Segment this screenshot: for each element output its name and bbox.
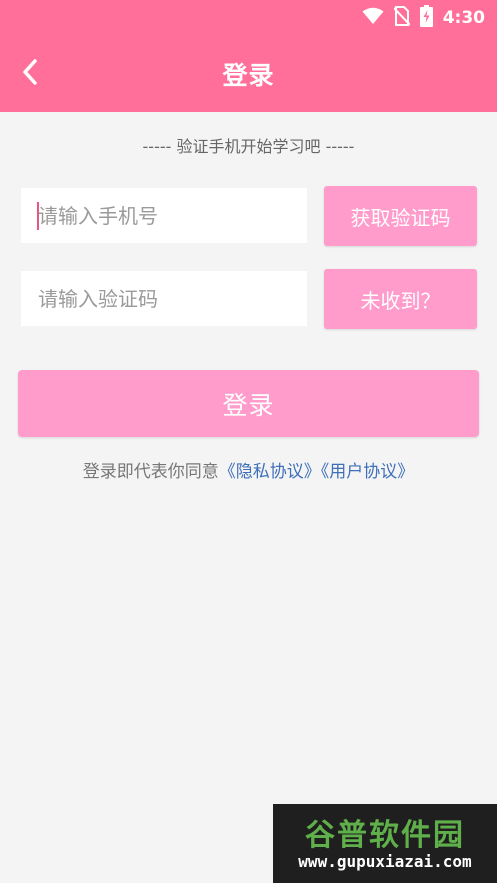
agreement-prefix: 登录即代表你同意 [82, 462, 219, 482]
phone-input[interactable] [21, 188, 307, 243]
app-header: 登录 [0, 36, 497, 112]
code-input[interactable] [21, 271, 307, 326]
status-bar: 4:30 [0, 0, 497, 36]
no-sim-icon [392, 6, 411, 30]
page-title: 登录 [222, 61, 275, 90]
battery-charging-icon [419, 5, 433, 31]
watermark-logo: 谷普软件园 www.gupuxiazai.com [273, 804, 497, 883]
login-button[interactable]: 登录 [18, 370, 479, 437]
user-agreement-link[interactable]: 《用户协议》 [321, 462, 415, 482]
wifi-icon [362, 7, 384, 29]
login-screen: 4:30 登录 ----- 验证手机开始学习吧 ----- 获取验证码 未收到？… [0, 0, 497, 883]
get-code-button[interactable]: 获取验证码 [324, 186, 477, 246]
not-received-button[interactable]: 未收到？ [324, 269, 477, 329]
subtitle: ----- 验证手机开始学习吧 ----- [142, 137, 355, 156]
code-field-container [21, 271, 307, 326]
watermark-title: 谷普软件园 [305, 818, 465, 853]
agreement-text: 登录即代表你同意《隐私协议》《用户协议》 [0, 457, 497, 482]
privacy-policy-link[interactable]: 《隐私协议》 [219, 462, 321, 482]
status-time: 4:30 [442, 8, 485, 28]
watermark-url: www.gupuxiazai.com [298, 852, 472, 871]
status-icons: 4:30 [362, 5, 485, 31]
phone-field-container [21, 188, 307, 243]
text-cursor [37, 202, 39, 230]
